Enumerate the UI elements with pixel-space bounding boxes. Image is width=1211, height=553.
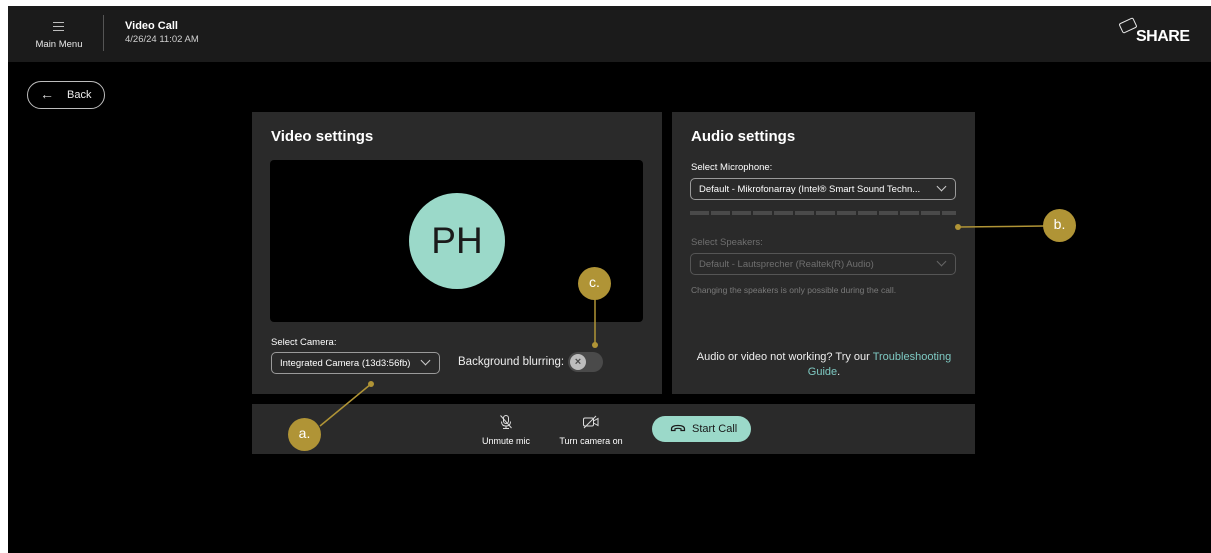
- annotation-dot-b: [955, 224, 961, 230]
- annotation-marker-a: a.: [288, 418, 321, 451]
- app-window: Main Menu Video Call 4/26/24 11:02 AM SH…: [8, 6, 1211, 553]
- annotation-marker-c: c.: [578, 267, 611, 300]
- annotation-dot-a: [368, 381, 374, 387]
- annotation-dot-c: [592, 342, 598, 348]
- annotation-marker-b: b.: [1043, 209, 1076, 242]
